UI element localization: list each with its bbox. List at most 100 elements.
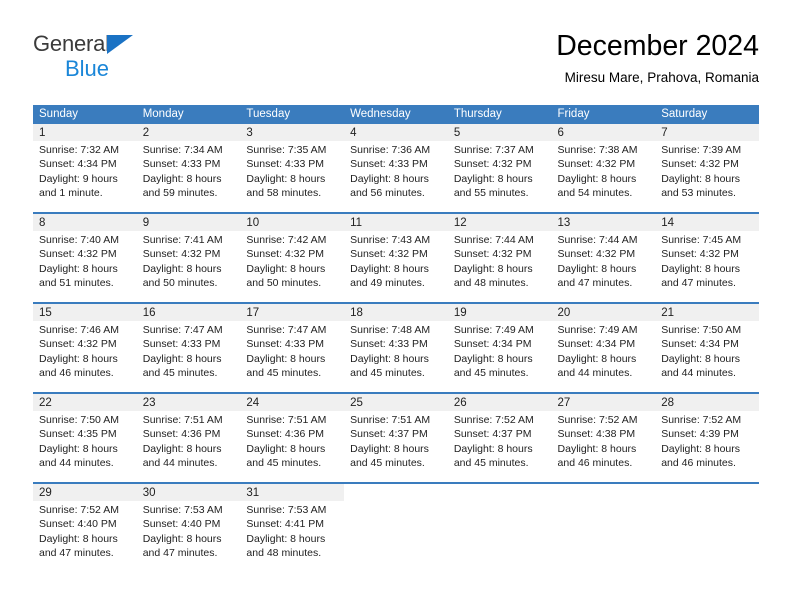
day-detail-cell[interactable]: Sunrise: 7:46 AM Sunset: 4:32 PM Dayligh…	[33, 321, 137, 393]
day-detail-cell[interactable]: Sunrise: 7:44 AM Sunset: 4:32 PM Dayligh…	[447, 231, 552, 303]
day-number-cell-empty	[447, 482, 552, 501]
day-detail-cell[interactable]: Sunrise: 7:51 AM Sunset: 4:36 PM Dayligh…	[240, 411, 345, 483]
day-detail-cell[interactable]: Sunrise: 7:49 AM Sunset: 4:34 PM Dayligh…	[551, 321, 656, 393]
day-number-cell[interactable]: 23	[136, 392, 241, 411]
day-detail-cell[interactable]: Sunrise: 7:35 AM Sunset: 4:33 PM Dayligh…	[240, 141, 345, 213]
day-number-cell[interactable]: 21	[655, 302, 759, 321]
sunrise-text: Sunrise: 7:47 AM	[142, 324, 223, 336]
day-detail-cell[interactable]: Sunrise: 7:32 AM Sunset: 4:34 PM Dayligh…	[33, 141, 137, 213]
day-detail-cell[interactable]: Sunrise: 7:40 AM Sunset: 4:32 PM Dayligh…	[33, 231, 137, 303]
sunrise-text: Sunrise: 7:35 AM	[246, 144, 327, 156]
day-number-cell[interactable]: 28	[655, 392, 759, 411]
sunrise-text: Sunrise: 7:45 AM	[661, 234, 742, 246]
day-detail-cell[interactable]: Sunrise: 7:34 AM Sunset: 4:33 PM Dayligh…	[136, 141, 241, 213]
sunset-text: Sunset: 4:32 PM	[39, 338, 117, 351]
day-detail-cell[interactable]: Sunrise: 7:48 AM Sunset: 4:33 PM Dayligh…	[344, 321, 448, 393]
day-number-cell[interactable]: 14	[655, 212, 759, 231]
day-detail-cell[interactable]: Sunrise: 7:43 AM Sunset: 4:32 PM Dayligh…	[344, 231, 448, 303]
day-detail-cell[interactable]: Sunrise: 7:36 AM Sunset: 4:33 PM Dayligh…	[344, 141, 448, 213]
day-detail-cell[interactable]: Sunrise: 7:52 AM Sunset: 4:39 PM Dayligh…	[655, 411, 759, 483]
sunset-text: Sunset: 4:34 PM	[453, 338, 532, 351]
sunrise-text: Sunrise: 7:43 AM	[350, 234, 431, 246]
day-number-cell[interactable]: 17	[240, 302, 345, 321]
day-number-cell[interactable]: 3	[240, 124, 345, 141]
day-number-cell[interactable]: 20	[551, 302, 656, 321]
daylight-text-line2: and 45 minutes.	[350, 457, 425, 470]
day-detail-cell[interactable]: Sunrise: 7:38 AM Sunset: 4:32 PM Dayligh…	[551, 141, 656, 213]
day-detail-cell[interactable]: Sunrise: 7:45 AM Sunset: 4:32 PM Dayligh…	[655, 231, 759, 303]
day-number-cell[interactable]: 29	[33, 482, 137, 501]
day-number-cell[interactable]: 10	[240, 212, 345, 231]
daylight-text-line1: Daylight: 8 hours	[246, 442, 326, 455]
daylight-text-line2: and 48 minutes.	[246, 547, 322, 560]
sunset-text: Sunset: 4:39 PM	[661, 428, 739, 441]
sunrise-text: Sunrise: 7:52 AM	[453, 414, 534, 426]
sunset-text: Sunset: 4:32 PM	[557, 158, 636, 171]
day-detail-cell[interactable]: Sunrise: 7:53 AM Sunset: 4:41 PM Dayligh…	[240, 501, 345, 573]
day-number-cell[interactable]: 26	[447, 392, 552, 411]
day-number-cell[interactable]: 2	[136, 124, 241, 141]
sunset-text: Sunset: 4:32 PM	[39, 248, 117, 261]
day-number-cell[interactable]: 9	[136, 212, 241, 231]
day-detail-cell[interactable]: Sunrise: 7:52 AM Sunset: 4:40 PM Dayligh…	[33, 501, 137, 573]
day-detail-cell[interactable]: Sunrise: 7:41 AM Sunset: 4:32 PM Dayligh…	[136, 231, 241, 303]
sunrise-text: Sunrise: 7:52 AM	[661, 414, 742, 426]
daylight-text-line2: and 46 minutes.	[661, 457, 736, 470]
day-detail-cell[interactable]: Sunrise: 7:47 AM Sunset: 4:33 PM Dayligh…	[240, 321, 345, 393]
day-number-cell[interactable]: 24	[240, 392, 345, 411]
day-detail-cell[interactable]: Sunrise: 7:50 AM Sunset: 4:35 PM Dayligh…	[33, 411, 137, 483]
sunrise-text: Sunrise: 7:53 AM	[142, 504, 223, 516]
day-number-cell[interactable]: 5	[447, 124, 552, 141]
daylight-text-line2: and 49 minutes.	[350, 277, 425, 290]
daylight-text-line2: and 46 minutes.	[557, 457, 633, 470]
day-number-cell[interactable]: 7	[655, 124, 759, 141]
day-detail-cell[interactable]: Sunrise: 7:52 AM Sunset: 4:37 PM Dayligh…	[447, 411, 552, 483]
day-detail-cell[interactable]: Sunrise: 7:51 AM Sunset: 4:36 PM Dayligh…	[136, 411, 241, 483]
daylight-text-line1: Daylight: 8 hours	[246, 352, 326, 365]
day-number-cell[interactable]: 1	[33, 124, 137, 141]
sunset-text: Sunset: 4:32 PM	[661, 248, 739, 261]
day-detail-cell[interactable]: Sunrise: 7:50 AM Sunset: 4:34 PM Dayligh…	[655, 321, 759, 393]
generalblue-logo: General Blue	[33, 32, 233, 88]
day-number-cell[interactable]: 4	[344, 124, 448, 141]
day-detail-cell[interactable]: Sunrise: 7:49 AM Sunset: 4:34 PM Dayligh…	[447, 321, 552, 393]
sunset-text: Sunset: 4:33 PM	[142, 338, 221, 351]
day-number-cell[interactable]: 8	[33, 212, 137, 231]
day-number-cell[interactable]: 25	[344, 392, 448, 411]
day-number-cell[interactable]: 15	[33, 302, 137, 321]
daylight-text-line2: and 45 minutes.	[246, 457, 322, 470]
weekday-header-friday: Friday	[551, 105, 656, 124]
day-number-cell[interactable]: 16	[136, 302, 241, 321]
day-number-cell[interactable]: 18	[344, 302, 448, 321]
daylight-text-line1: Daylight: 8 hours	[142, 532, 222, 545]
day-detail-cell[interactable]: Sunrise: 7:42 AM Sunset: 4:32 PM Dayligh…	[240, 231, 345, 303]
daylight-text-line1: Daylight: 9 hours	[39, 172, 118, 185]
day-number-cell[interactable]: 19	[447, 302, 552, 321]
day-number-cell[interactable]: 31	[240, 482, 345, 501]
sunrise-text: Sunrise: 7:38 AM	[557, 144, 638, 156]
week-1-detail-row: Sunrise: 7:32 AM Sunset: 4:34 PM Dayligh…	[33, 141, 759, 213]
day-number-cell-empty	[655, 482, 759, 501]
day-number-cell[interactable]: 6	[551, 124, 656, 141]
day-number-cell[interactable]: 27	[551, 392, 656, 411]
week-2-daynumber-row: 8 9 10 11 12 13 14	[33, 212, 759, 231]
day-number-cell[interactable]: 22	[33, 392, 137, 411]
week-3-daynumber-row: 15 16 17 18 19 20 21	[33, 302, 759, 321]
day-number-cell[interactable]: 12	[447, 212, 552, 231]
day-detail-cell[interactable]: Sunrise: 7:44 AM Sunset: 4:32 PM Dayligh…	[551, 231, 656, 303]
daylight-text-line2: and 44 minutes.	[39, 457, 114, 470]
day-detail-cell[interactable]: Sunrise: 7:51 AM Sunset: 4:37 PM Dayligh…	[344, 411, 448, 483]
sunset-text: Sunset: 4:32 PM	[350, 248, 428, 261]
week-2-detail-row: Sunrise: 7:40 AM Sunset: 4:32 PM Dayligh…	[33, 231, 759, 303]
daylight-text-line1: Daylight: 8 hours	[453, 352, 533, 365]
day-detail-cell[interactable]: Sunrise: 7:52 AM Sunset: 4:38 PM Dayligh…	[551, 411, 656, 483]
day-detail-cell[interactable]: Sunrise: 7:37 AM Sunset: 4:32 PM Dayligh…	[447, 141, 552, 213]
day-number-cell[interactable]: 11	[344, 212, 448, 231]
week-5-detail-row: Sunrise: 7:52 AM Sunset: 4:40 PM Dayligh…	[33, 501, 759, 573]
day-detail-cell[interactable]: Sunrise: 7:47 AM Sunset: 4:33 PM Dayligh…	[136, 321, 241, 393]
day-detail-cell[interactable]: Sunrise: 7:53 AM Sunset: 4:40 PM Dayligh…	[136, 501, 241, 573]
day-number-cell[interactable]: 30	[136, 482, 241, 501]
day-number-cell[interactable]: 13	[551, 212, 656, 231]
daylight-text-line1: Daylight: 8 hours	[39, 352, 118, 365]
day-detail-cell[interactable]: Sunrise: 7:39 AM Sunset: 4:32 PM Dayligh…	[655, 141, 759, 213]
